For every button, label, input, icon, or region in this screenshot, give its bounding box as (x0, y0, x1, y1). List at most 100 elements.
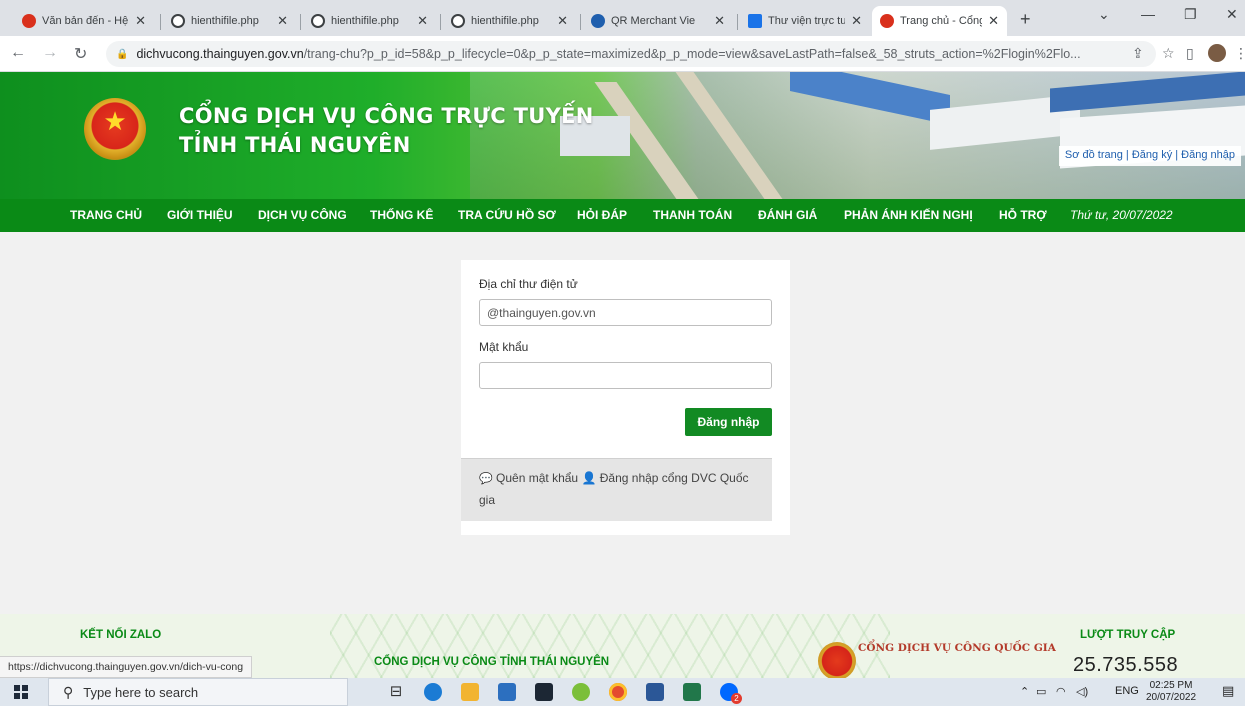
nav-item-lookup[interactable]: TRA CỨU HỒ SƠ (458, 199, 556, 232)
speech-bubble-icon: 💬 (479, 473, 493, 485)
url-input[interactable]: 🔒 dichvucong.thainguyen.gov.vn/trang-chu… (106, 41, 1156, 67)
notification-badge: 2 (731, 693, 742, 704)
library-icon (748, 14, 762, 28)
star-icon[interactable]: ☆ (1162, 45, 1175, 62)
email-field[interactable] (479, 299, 772, 326)
close-icon[interactable]: ✕ (988, 13, 999, 29)
notification-center-icon[interactable]: ▤ (1222, 683, 1234, 699)
wifi-icon[interactable]: ◠ (1056, 685, 1066, 698)
windows-taskbar: ⚲ Type here to search ⊟ 2 ⌃ ▭ ◠ ◁) ENG 0… (0, 678, 1245, 706)
site-title[interactable]: CỔNG DỊCH VỤ CÔNG TRỰC TUYẾN TỈNH THÁI N… (179, 102, 594, 160)
national-emblem-icon (818, 642, 856, 678)
taskbar-clock[interactable]: 02:25 PM 20/07/2022 (1146, 680, 1196, 704)
taskbar-search-input[interactable]: ⚲ Type here to search (48, 678, 348, 706)
forward-arrow-icon[interactable]: → (42, 44, 58, 62)
nav-item-feedback[interactable]: PHẢN ÁNH KIẾN NGHỊ (844, 199, 973, 232)
nav-item-statistics[interactable]: THỐNG KÊ (370, 199, 433, 232)
site-title-line2: TỈNH THÁI NGUYÊN (179, 133, 411, 157)
clock-time: 02:25 PM (1149, 680, 1193, 691)
close-icon[interactable]: ✕ (851, 13, 862, 29)
mail-icon[interactable] (535, 683, 553, 701)
tab-title: Văn bản đến - Hệ (42, 15, 129, 27)
login-help-box: 💬 Quên mật khẩu 👤 Đăng nhập cổng DVC Quố… (461, 458, 772, 521)
close-icon[interactable]: ✕ (277, 13, 288, 29)
close-icon[interactable]: ✕ (557, 13, 568, 29)
profile-avatar[interactable] (1208, 44, 1226, 62)
battery-icon[interactable]: ▭ (1036, 685, 1046, 698)
new-tab-button[interactable]: + (1020, 9, 1031, 30)
browser-tab-bar: Văn bản đến - Hệ ✕ hienthifile.php ✕ hie… (0, 0, 1245, 36)
app-icon[interactable] (572, 683, 590, 701)
url-path: /trang-chu?p_p_id=58&p_p_lifecycle=0&p_p… (303, 47, 1081, 61)
clock-date: 20/07/2022 (1146, 692, 1197, 703)
globe-icon (171, 14, 185, 28)
edge-icon[interactable] (424, 683, 442, 701)
close-icon[interactable]: ✕ (135, 13, 146, 29)
close-icon[interactable]: ✕ (417, 13, 428, 29)
share-icon[interactable]: ⇪ (1132, 45, 1144, 62)
tab-title: QR Merchant Vie (611, 15, 696, 27)
national-portal-logo-text[interactable]: CỔNG DỊCH VỤ CÔNG QUỐC GIA (858, 642, 1056, 654)
lock-icon: 🔒 (116, 48, 129, 60)
restore-icon[interactable]: ❐ (1184, 6, 1197, 23)
login-button[interactable]: Đăng nhập (685, 408, 772, 436)
nav-item-payment[interactable]: THANH TOÁN (653, 199, 732, 232)
search-placeholder: Type here to search (83, 684, 199, 700)
nav-item-qa[interactable]: HỎI ĐÁP (577, 199, 627, 232)
language-indicator[interactable]: ENG (1115, 685, 1139, 697)
nav-item-home[interactable]: TRANG CHỦ (70, 199, 142, 232)
search-icon: ⚲ (63, 683, 74, 700)
emblem-favicon-icon (22, 14, 36, 28)
national-emblem-icon[interactable]: ★ (84, 98, 146, 160)
word-icon[interactable] (646, 683, 664, 701)
more-menu-icon[interactable]: ⋮ (1234, 45, 1245, 62)
nav-item-rating[interactable]: ĐÁNH GIÁ (758, 199, 817, 232)
password-label: Mật khẩu (479, 340, 529, 354)
file-explorer-icon[interactable] (461, 683, 479, 701)
tab-title: Trang chủ - Cổng (900, 15, 983, 27)
windows-start-icon[interactable] (14, 685, 28, 699)
email-label: Địa chỉ thư điện tử (479, 277, 578, 291)
globe-icon (451, 14, 465, 28)
emblem-favicon-icon (880, 14, 894, 28)
back-arrow-icon[interactable]: ← (10, 44, 26, 62)
close-icon[interactable]: ✕ (714, 13, 725, 29)
store-icon[interactable] (498, 683, 516, 701)
browser-tab[interactable]: Thư viện trực tuy ✕ (740, 6, 870, 36)
close-window-icon[interactable]: ✕ (1226, 6, 1238, 23)
tab-title: hienthifile.php (191, 15, 259, 27)
site-title-line1: CỔNG DỊCH VỤ CÔNG TRỰC TUYẾN (179, 104, 594, 128)
tray-chevron-up-icon[interactable]: ⌃ (1020, 685, 1029, 698)
forgot-password-link[interactable]: Quên mật khẩu (496, 471, 578, 485)
chrome-icon[interactable] (609, 683, 627, 701)
site-header-banner: ★ CỔNG DỊCH VỤ CÔNG TRỰC TUYẾN TỈNH THÁI… (0, 72, 1245, 199)
nav-item-about[interactable]: GIỚI THIỆU (167, 199, 233, 232)
browser-tab[interactable]: QR Merchant Vie ✕ (583, 6, 733, 36)
tab-title: hienthifile.php (331, 15, 399, 27)
nav-item-public-services[interactable]: DỊCH VỤ CÔNG (258, 199, 347, 232)
site-top-links[interactable]: Sơ đồ trang | Đăng ký | Đăng nhập (1058, 146, 1241, 166)
task-view-icon[interactable]: ⊟ (387, 683, 405, 701)
excel-icon[interactable] (683, 683, 701, 701)
status-bar-url: https://dichvucong.thainguyen.gov.vn/dic… (0, 656, 253, 678)
reload-icon[interactable]: ↻ (74, 44, 87, 64)
browser-tab[interactable]: hienthifile.php ✕ (303, 6, 436, 36)
current-date: Thứ tư, 20/07/2022 (1070, 208, 1173, 222)
browser-tab-active[interactable]: Trang chủ - Cổng ✕ (872, 6, 1007, 36)
browser-tab[interactable]: hienthifile.php ✕ (443, 6, 576, 36)
qr-merchant-icon (591, 14, 605, 28)
minimize-icon[interactable]: — (1141, 6, 1155, 22)
browser-tab[interactable]: Văn bản đến - Hệ ✕ (14, 6, 154, 36)
chevron-down-icon[interactable]: ⌄ (1098, 6, 1110, 23)
tab-title: Thư viện trực tuy (768, 15, 846, 27)
tab-title: hienthifile.php (471, 15, 539, 27)
nav-item-support[interactable]: HỖ TRỢ (999, 199, 1047, 232)
volume-icon[interactable]: ◁) (1076, 685, 1088, 698)
url-domain: dichvucong.thainguyen.gov.vn (136, 47, 304, 61)
side-panel-icon[interactable]: ▯ (1186, 45, 1194, 62)
address-bar-row: ← → ↻ 🔒 dichvucong.thainguyen.gov.vn/tra… (0, 36, 1245, 72)
password-field[interactable] (479, 362, 772, 389)
browser-tab[interactable]: hienthifile.php ✕ (163, 6, 296, 36)
user-icon: 👤 (581, 471, 597, 485)
visit-counter-value: 25.735.558 (1073, 654, 1179, 676)
